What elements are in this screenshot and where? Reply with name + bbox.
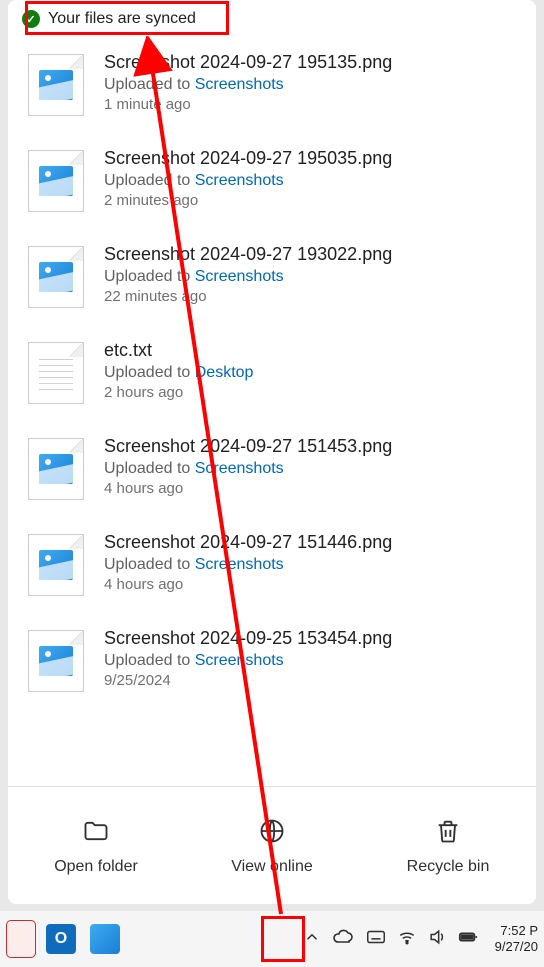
file-location-link[interactable]: Screenshots [195,556,284,573]
file-timestamp: 2 hours ago [104,384,516,401]
tray-overflow-button[interactable] [303,928,321,951]
file-name: Screenshot 2024-09-27 193022.png [104,244,516,265]
file-item[interactable]: Screenshot 2024-09-25 153454.png Uploaded… [18,614,526,710]
taskbar-outlook-icon[interactable]: O [42,920,80,958]
taskbar-photos-icon[interactable] [86,920,124,958]
file-timestamp: 4 hours ago [104,576,516,593]
outlook-glyph: O [46,924,76,954]
file-location-link[interactable]: Screenshots [195,460,284,477]
file-item[interactable]: Screenshot 2024-09-27 193022.png Uploaded… [18,230,526,326]
file-timestamp: 9/25/2024 [104,672,516,689]
action-label: Recycle bin [407,858,490,876]
text-file-icon [28,342,84,404]
file-item[interactable]: Screenshot 2024-09-27 195135.png Uploaded… [18,38,526,134]
wifi-icon[interactable] [397,927,417,952]
sync-status-header: ✓ Your files are synced [8,0,536,38]
folder-icon [81,816,111,846]
file-name: Screenshot 2024-09-27 195135.png [104,52,516,73]
file-location: Uploaded to Screenshots [104,652,516,670]
image-file-icon [28,630,84,692]
action-label: Open folder [54,858,138,876]
image-file-icon [28,534,84,596]
file-info: Screenshot 2024-09-27 193022.png Uploaded… [104,244,516,308]
file-location: Uploaded to Screenshots [104,556,516,574]
file-name: Screenshot 2024-09-27 151446.png [104,532,516,553]
sync-status-text: Your files are synced [48,10,196,28]
system-tray: 7:52 P 9/27/20 [303,923,538,956]
check-circle-icon: ✓ [22,10,40,28]
globe-icon [257,816,287,846]
image-file-icon [28,246,84,308]
photos-glyph [90,924,120,954]
action-bar: Open folder View online Recycle bin [8,786,536,904]
file-location-link[interactable]: Screenshots [195,172,284,189]
file-item[interactable]: etc.txt Uploaded to Desktop 2 hours ago [18,326,526,422]
taskbar-widget-button[interactable] [6,920,36,958]
image-file-icon [28,54,84,116]
action-label: View online [231,858,313,876]
file-location-link[interactable]: Screenshots [195,652,284,669]
file-location-link[interactable]: Screenshots [195,76,284,93]
file-name: Screenshot 2024-09-25 153454.png [104,628,516,649]
onedrive-tray-icon[interactable] [331,925,355,954]
file-info: Screenshot 2024-09-27 195135.png Uploaded… [104,52,516,116]
file-timestamp: 22 minutes ago [104,288,516,305]
file-item[interactable]: Screenshot 2024-09-27 151453.png Uploaded… [18,422,526,518]
file-location: Uploaded to Desktop [104,364,516,382]
file-location-link[interactable]: Screenshots [195,268,284,285]
open-folder-button[interactable]: Open folder [8,787,184,904]
taskbar-clock[interactable]: 7:52 P 9/27/20 [495,923,538,956]
file-location: Uploaded to Screenshots [104,460,516,478]
file-info: Screenshot 2024-09-27 195035.png Uploaded… [104,148,516,212]
file-name: Screenshot 2024-09-27 151453.png [104,436,516,457]
file-location-link[interactable]: Desktop [195,364,254,381]
file-item[interactable]: Screenshot 2024-09-27 151446.png Uploaded… [18,518,526,614]
file-item[interactable]: Screenshot 2024-09-27 195035.png Uploaded… [18,134,526,230]
file-info: Screenshot 2024-09-27 151446.png Uploaded… [104,532,516,596]
trash-icon [433,816,463,846]
file-info: etc.txt Uploaded to Desktop 2 hours ago [104,340,516,404]
file-info: Screenshot 2024-09-27 151453.png Uploaded… [104,436,516,500]
volume-icon[interactable] [427,927,447,952]
recent-file-list[interactable]: Screenshot 2024-09-27 195135.png Uploaded… [8,38,536,786]
recycle-bin-button[interactable]: Recycle bin [360,787,536,904]
clock-date: 9/27/20 [495,939,538,955]
file-info: Screenshot 2024-09-25 153454.png Uploaded… [104,628,516,692]
file-location: Uploaded to Screenshots [104,172,516,190]
file-name: Screenshot 2024-09-27 195035.png [104,148,516,169]
file-location: Uploaded to Screenshots [104,268,516,286]
view-online-button[interactable]: View online [184,787,360,904]
image-file-icon [28,438,84,500]
file-location: Uploaded to Screenshots [104,76,516,94]
image-file-icon [28,150,84,212]
clock-time: 7:52 P [495,923,538,939]
file-timestamp: 2 minutes ago [104,192,516,209]
taskbar: O 7:52 P 9/27/20 [0,911,544,967]
file-timestamp: 4 hours ago [104,480,516,497]
onedrive-flyout: ✓ Your files are synced Screenshot 2024-… [8,0,536,904]
touch-keyboard-icon[interactable] [365,926,387,953]
file-name: etc.txt [104,340,516,361]
file-timestamp: 1 minute ago [104,96,516,113]
battery-icon[interactable] [457,926,479,953]
